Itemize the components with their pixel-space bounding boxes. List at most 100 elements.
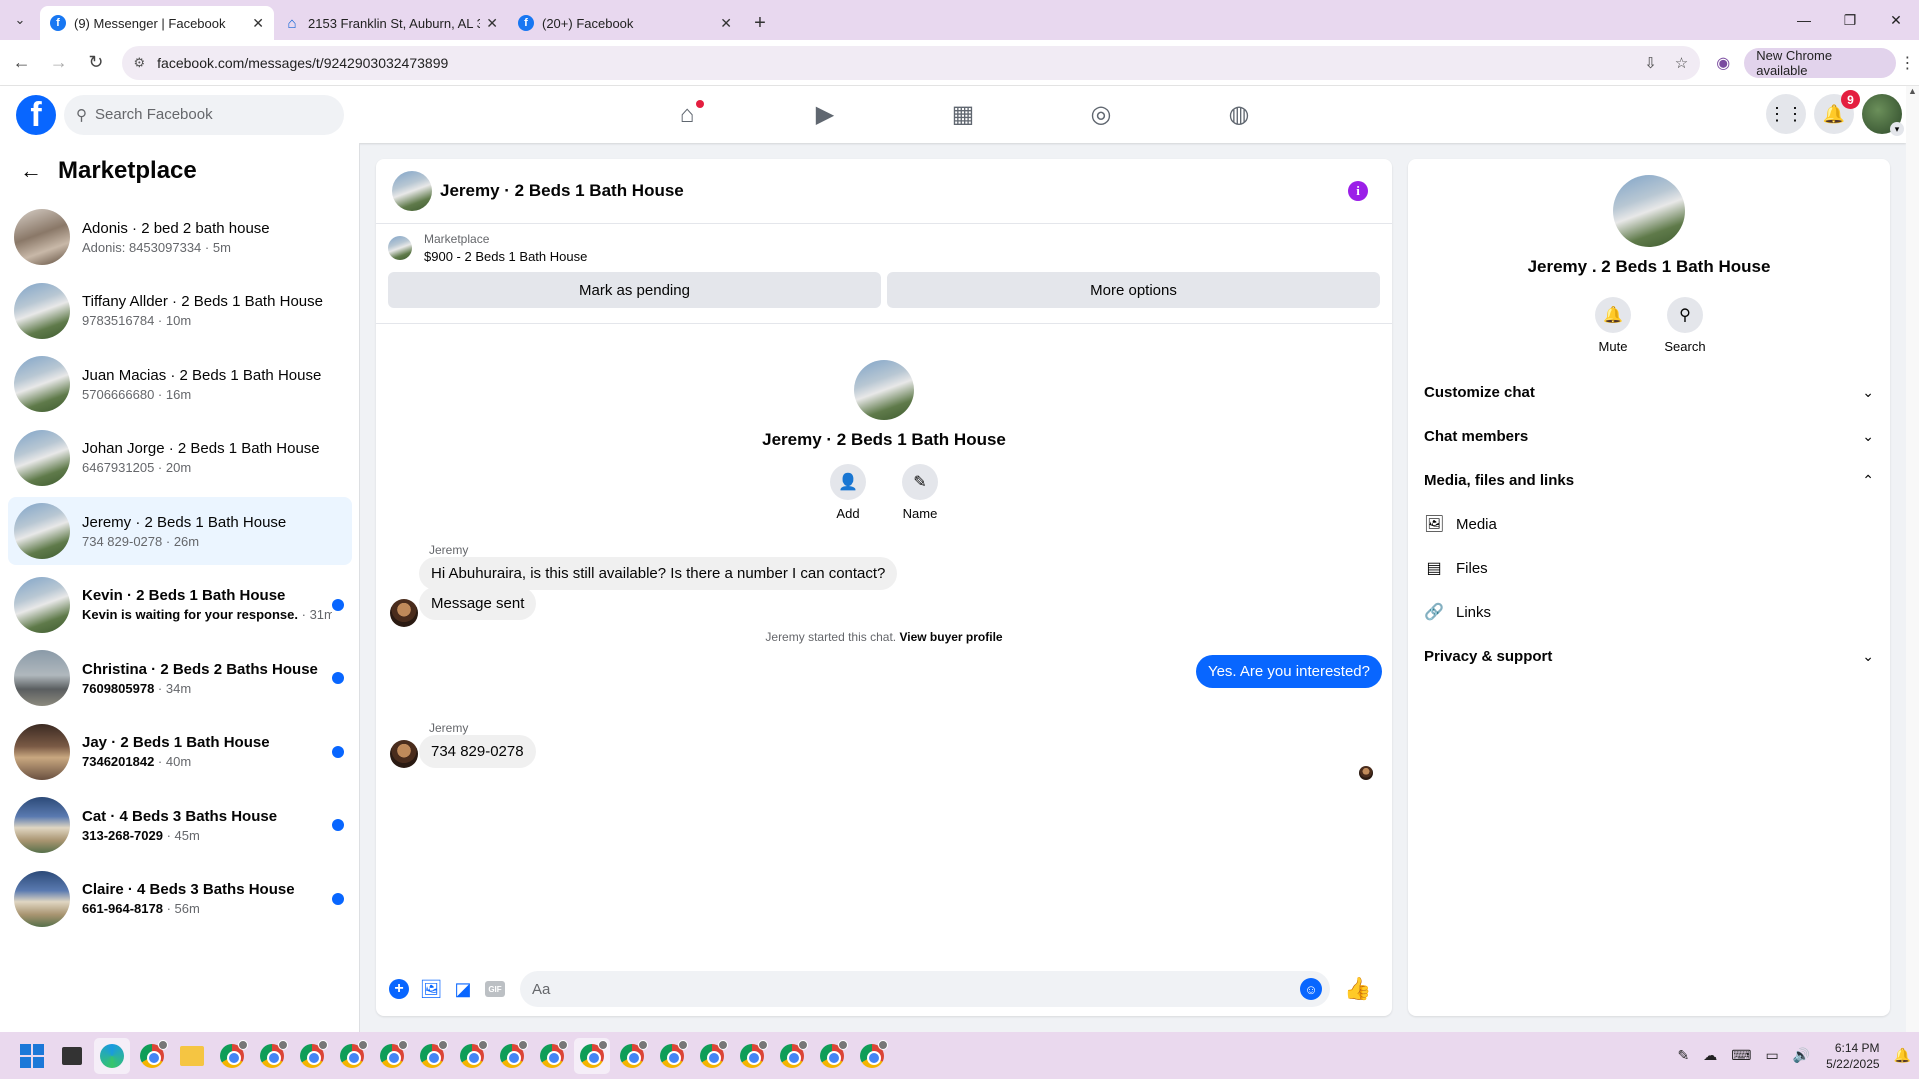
mute-button[interactable]: 🔔 Mute — [1595, 297, 1631, 354]
scroll-up-icon[interactable]: ▲ — [1906, 86, 1919, 96]
chrome-profile-icon[interactable] — [294, 1038, 330, 1074]
chrome-profile-icon[interactable] — [574, 1037, 610, 1074]
conversation-item[interactable]: Juan Macias · 2 Beds 1 Bath House 5706666… — [8, 350, 352, 418]
notification-center-icon[interactable]: 🔔 — [1894, 1047, 1911, 1064]
keyboard-icon[interactable]: ⌨ — [1731, 1047, 1751, 1064]
menu-grid-icon[interactable]: ⋮⋮ — [1766, 94, 1806, 134]
back-arrow-icon[interactable]: ← — [20, 158, 42, 184]
chrome-profile-icon[interactable] — [654, 1038, 690, 1074]
details-avatar[interactable] — [1613, 175, 1685, 247]
tab-facebook[interactable]: f (20+) Facebook ✕ — [508, 6, 742, 40]
chrome-profile-icon[interactable] — [814, 1038, 850, 1074]
close-tab-icon[interactable]: ✕ — [486, 15, 498, 32]
emoji-icon[interactable]: ☺ — [1300, 978, 1322, 1000]
listing-row[interactable]: Marketplace $900 - 2 Beds 1 Bath House — [388, 232, 1380, 264]
chat-title[interactable]: Jeremy · 2 Beds 1 Bath House — [440, 181, 684, 201]
chrome-profile-icon[interactable] — [454, 1038, 490, 1074]
chrome-profile-icon[interactable] — [374, 1038, 410, 1074]
close-window-icon[interactable]: ✕ — [1873, 0, 1919, 40]
gaming-icon[interactable]: ◍ — [1170, 86, 1308, 143]
restore-icon[interactable]: ❐ — [1827, 0, 1873, 40]
chrome-menu-icon[interactable]: ⋮ — [1896, 53, 1919, 73]
sticker-icon[interactable]: ◪ — [448, 974, 478, 1004]
conversation-item[interactable]: Tiffany Allder · 2 Beds 1 Bath House 9783… — [8, 277, 352, 345]
page-scrollbar[interactable]: ▲ — [1906, 86, 1919, 1032]
chrome-profile-icon[interactable] — [734, 1038, 770, 1074]
home-icon[interactable]: ⌂ — [618, 86, 756, 143]
sender-avatar[interactable] — [390, 740, 418, 768]
info-icon[interactable]: i — [1348, 181, 1368, 201]
notifications-bell-icon[interactable]: 🔔 9 — [1814, 90, 1860, 134]
gif-icon[interactable]: GIF — [480, 974, 510, 1004]
omnibox[interactable]: ⚙ facebook.com/messages/t/92429030324738… — [121, 45, 1701, 80]
windows-start-icon[interactable] — [20, 1043, 44, 1068]
close-tab-icon[interactable]: ✕ — [720, 15, 732, 32]
chrome-profile-icon[interactable] — [534, 1038, 570, 1074]
search-in-chat-button[interactable]: ⚲ Search — [1664, 297, 1706, 354]
conversation-item[interactable]: Claire · 4 Beds 3 Baths House 661-964-817… — [8, 865, 352, 933]
volume-icon[interactable]: 🔊 — [1793, 1047, 1810, 1064]
chrome-app-icon[interactable] — [134, 1038, 170, 1074]
conversation-item[interactable]: Kevin · 2 Beds 1 Bath House Kevin is wait… — [8, 571, 352, 639]
pen-icon[interactable]: ✎ — [1678, 1047, 1690, 1064]
chrome-profile-icon[interactable] — [774, 1038, 810, 1074]
cloud-icon[interactable]: ☁ — [1703, 1047, 1717, 1064]
chat-avatar[interactable] — [392, 171, 432, 211]
incoming-message[interactable]: 734 829-0278 — [419, 735, 536, 768]
chrome-profile-icon[interactable] — [214, 1038, 250, 1074]
customize-chat-section[interactable]: Customize chat ⌄ — [1408, 370, 1890, 414]
url-text[interactable]: facebook.com/messages/t/9242903032473899 — [157, 55, 1626, 71]
bookmark-star-icon[interactable]: ☆ — [1675, 54, 1688, 72]
add-people-button[interactable]: 👤 Add — [830, 464, 866, 521]
mark-as-pending-button[interactable]: Mark as pending — [388, 272, 881, 308]
video-icon[interactable]: ▶ — [756, 86, 894, 143]
marketplace-icon[interactable]: ▦ — [894, 86, 1032, 143]
privacy-support-section[interactable]: Privacy & support ⌄ — [1408, 634, 1890, 678]
groups-icon[interactable]: ◎ — [1032, 86, 1170, 143]
chrome-profile-icon[interactable] — [854, 1038, 890, 1074]
outgoing-message[interactable]: Yes. Are you interested? — [1195, 655, 1382, 688]
forward-icon[interactable]: → — [43, 47, 74, 79]
clock[interactable]: 6:14 PM 5/22/2025 — [1826, 1040, 1879, 1072]
chrome-profile-icon[interactable] — [254, 1038, 290, 1074]
new-tab-button[interactable]: + — [742, 6, 778, 40]
reload-icon[interactable]: ↻ — [80, 47, 111, 79]
facebook-logo[interactable]: f — [16, 94, 56, 135]
chrome-profile-icon[interactable] — [614, 1038, 650, 1074]
edit-name-button[interactable]: ✎ Name — [902, 464, 938, 521]
conversation-item[interactable]: Jeremy · 2 Beds 1 Bath House 734 829-0278… — [8, 497, 352, 565]
thumbs-up-icon[interactable]: 👍 — [1344, 976, 1371, 1002]
install-app-icon[interactable]: ⇩ — [1644, 54, 1657, 72]
incoming-message[interactable]: Message sent — [419, 587, 537, 620]
chrome-profile-icon[interactable] — [334, 1038, 370, 1074]
tab-search-chevron-icon[interactable]: ⌄ — [0, 0, 40, 40]
media-files-links-section[interactable]: Media, files and links ⌃ — [1408, 458, 1890, 502]
conversation-item[interactable]: Christina · 2 Beds 2 Baths House 76098059… — [8, 644, 352, 712]
tab-messenger[interactable]: f (9) Messenger | Facebook ✕ — [40, 6, 274, 40]
conversation-item[interactable]: Jay · 2 Beds 1 Bath House 7346201842 · 40… — [8, 718, 352, 786]
files-item[interactable]: ▤ Files — [1408, 546, 1890, 590]
conversation-item[interactable]: Adonis · 2 bed 2 bath house Adonis: 84530… — [8, 203, 352, 271]
chat-members-section[interactable]: Chat members ⌄ — [1408, 414, 1890, 458]
profile-icon[interactable]: ◉ — [1716, 53, 1730, 73]
attach-photo-icon[interactable]: 🖼 — [416, 974, 446, 1004]
message-input[interactable]: Aa ☺ — [520, 971, 1330, 1007]
account-avatar[interactable]: ▾ — [1862, 94, 1904, 136]
chrome-profile-icon[interactable] — [694, 1038, 730, 1074]
close-tab-icon[interactable]: ✕ — [252, 15, 264, 32]
network-icon[interactable]: ▭ — [1766, 1047, 1779, 1064]
view-buyer-profile-link[interactable]: View buyer profile — [899, 630, 1002, 644]
incoming-message[interactable]: Hi Abuhuraira, is this still available? … — [419, 557, 898, 590]
file-explorer-icon[interactable] — [174, 1038, 210, 1074]
site-info-icon[interactable]: ⚙ — [134, 55, 146, 71]
chrome-profile-icon[interactable] — [494, 1038, 530, 1074]
sender-avatar[interactable] — [390, 599, 418, 627]
more-actions-plus-icon[interactable]: + — [384, 974, 414, 1004]
media-item[interactable]: 🖼 Media — [1408, 502, 1890, 546]
back-icon[interactable]: ← — [6, 47, 37, 79]
links-item[interactable]: 🔗 Links — [1408, 590, 1890, 634]
more-options-button[interactable]: More options — [887, 272, 1380, 308]
tab-zillow[interactable]: ⌂ 2153 Franklin St, Auburn, AL 36 ✕ — [274, 6, 508, 40]
minimize-icon[interactable]: — — [1781, 0, 1827, 40]
edge-app-icon[interactable] — [94, 1037, 130, 1074]
